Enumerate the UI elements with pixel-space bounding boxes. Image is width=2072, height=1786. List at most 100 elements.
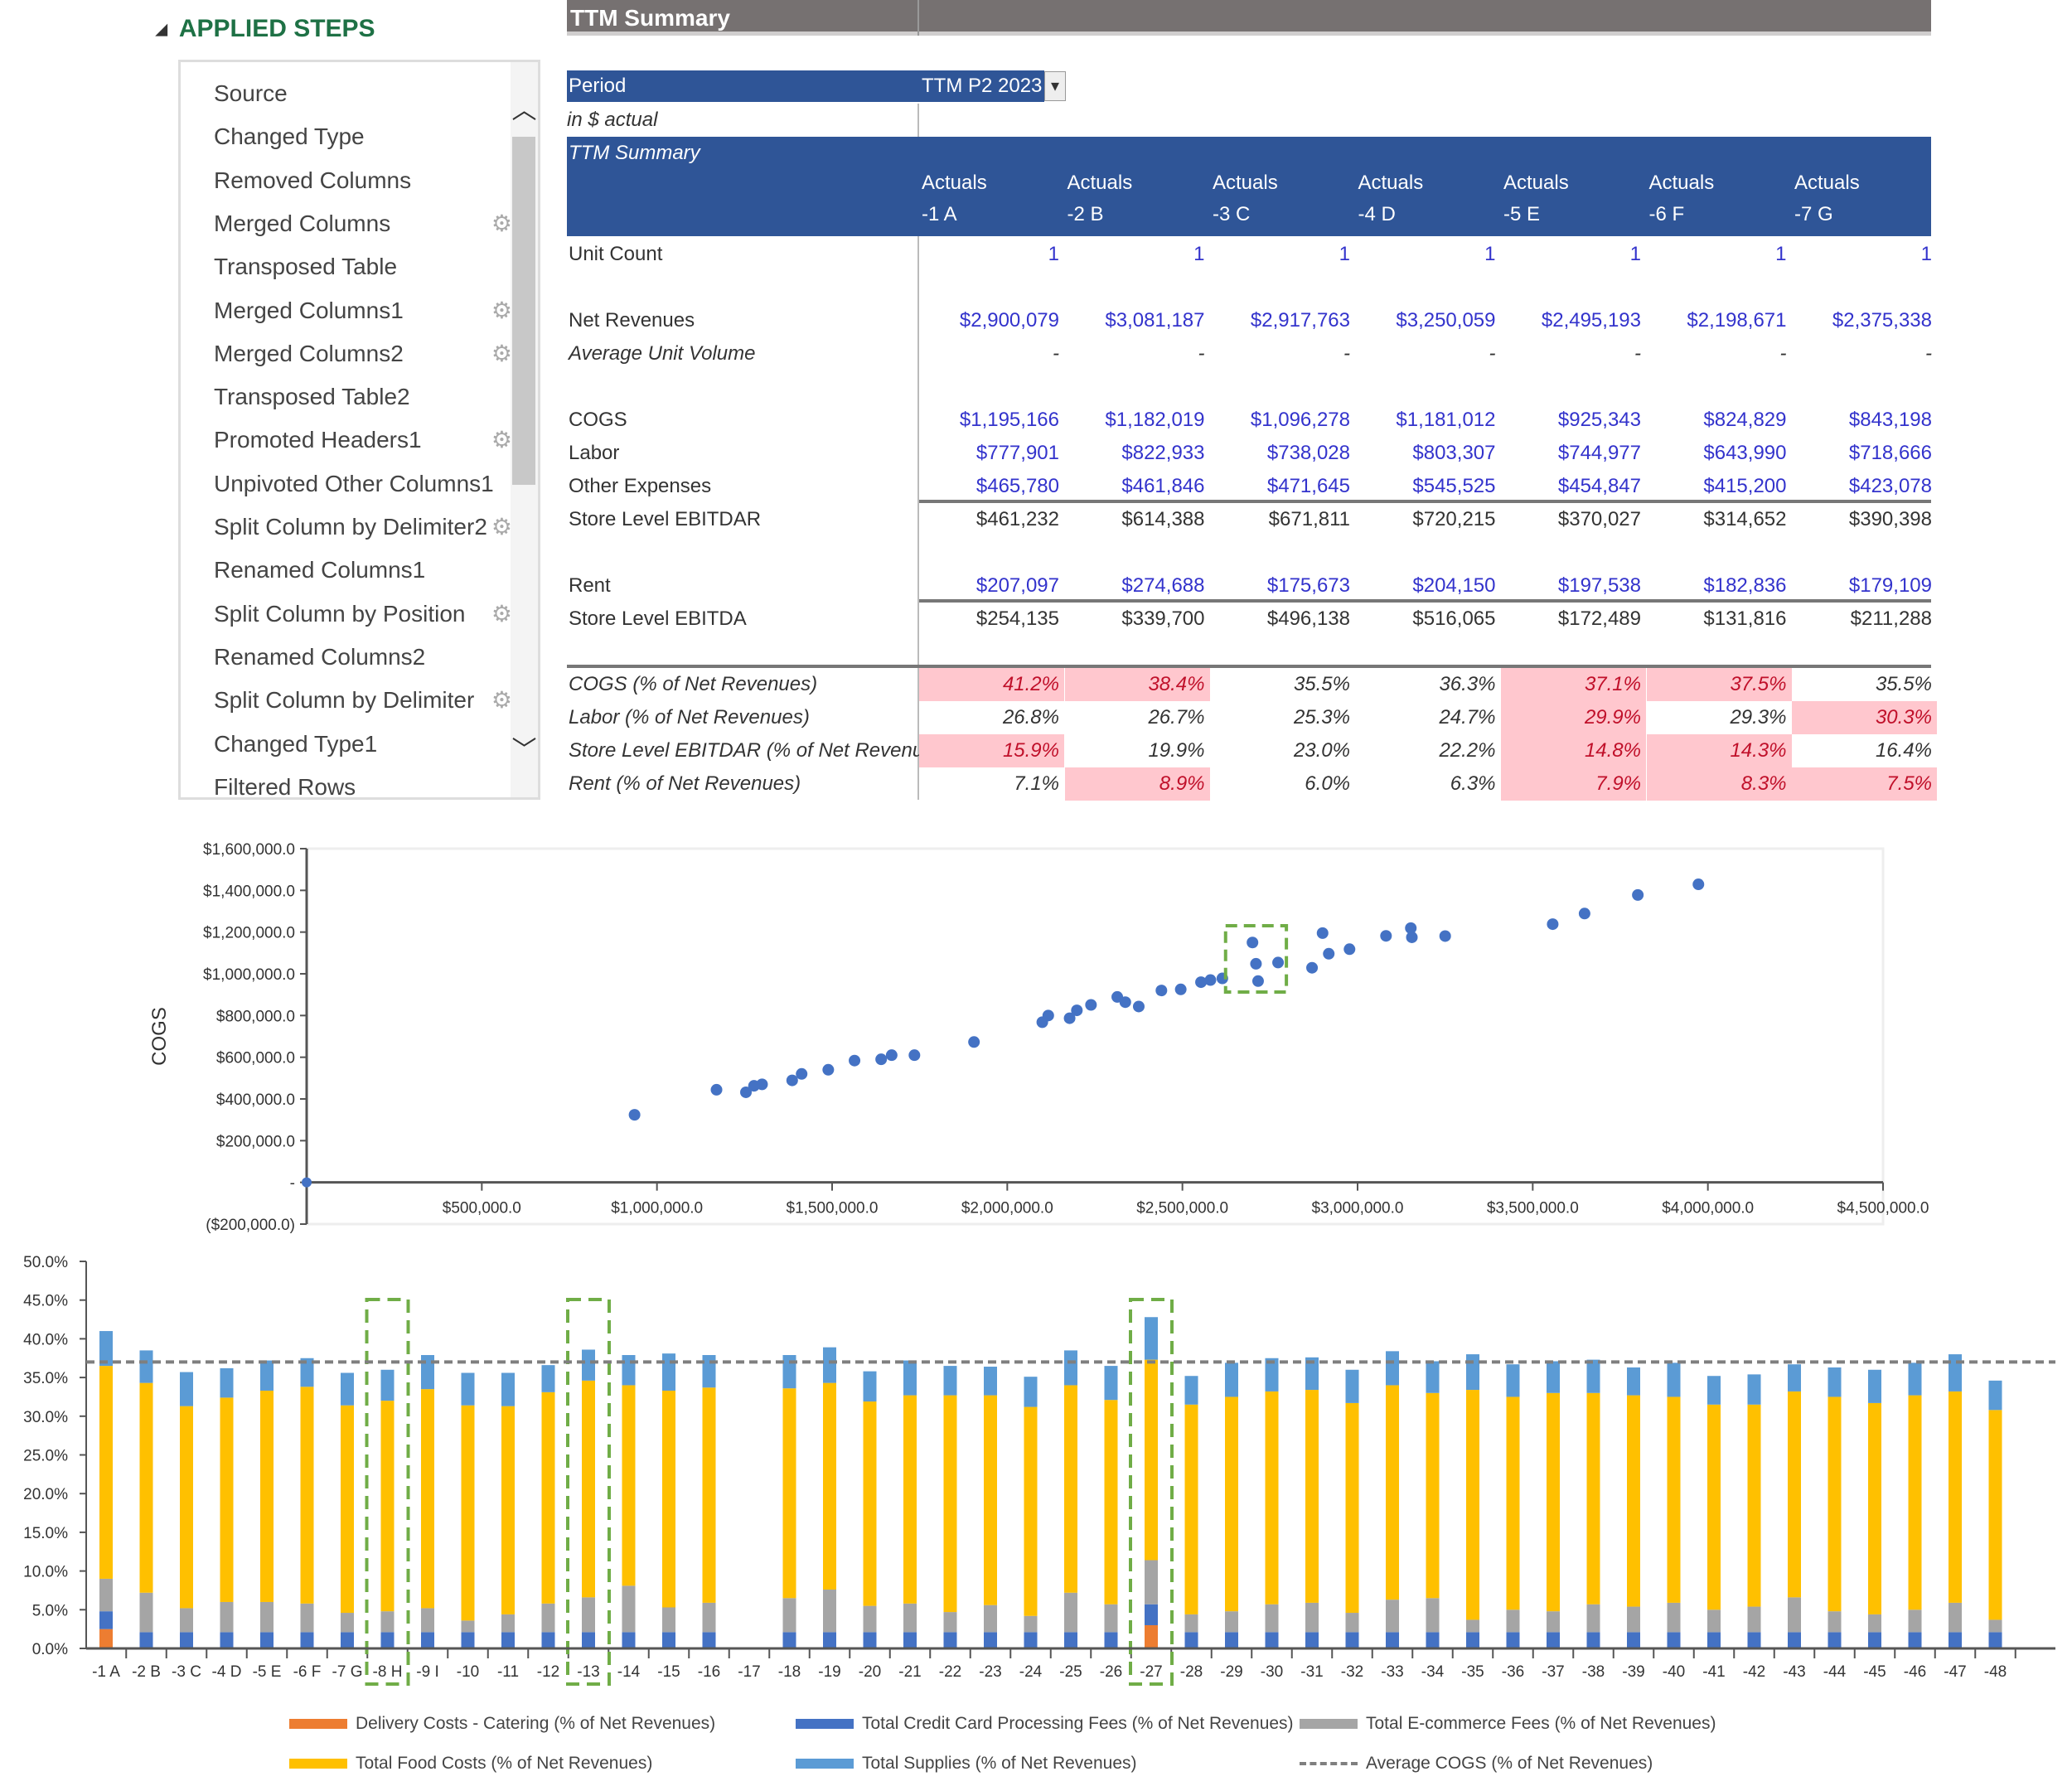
table-cell[interactable]: $390,398 xyxy=(1792,503,1937,536)
collapse-triangle-icon[interactable]: ◢ xyxy=(156,21,167,38)
applied-step[interactable]: Split Column by Delimiter ⚙ xyxy=(214,679,512,722)
table-cell[interactable]: $207,097 xyxy=(919,569,1064,603)
table-cell[interactable]: 37.5% xyxy=(1646,668,1792,701)
table-cell[interactable]: - xyxy=(1065,337,1210,370)
table-cell[interactable]: $274,688 xyxy=(1065,569,1210,603)
table-cell[interactable]: $471,645 xyxy=(1210,470,1355,503)
table-cell[interactable]: $824,829 xyxy=(1647,404,1792,437)
step-settings-gear-icon[interactable]: ⚙ xyxy=(491,593,512,636)
table-cell[interactable]: $545,525 xyxy=(1356,470,1501,503)
applied-step[interactable]: Merged Columns1 ⚙ xyxy=(214,289,512,332)
table-cell[interactable]: 37.1% xyxy=(1501,668,1646,701)
table-cell[interactable]: $172,489 xyxy=(1501,603,1646,636)
table-cell[interactable]: 8.3% xyxy=(1646,767,1792,801)
table-cell[interactable]: $614,388 xyxy=(1065,503,1210,536)
table-cell[interactable]: $822,933 xyxy=(1065,437,1210,470)
table-cell[interactable]: $516,065 xyxy=(1356,603,1501,636)
table-cell[interactable]: $415,200 xyxy=(1647,470,1792,503)
applied-step[interactable]: Renamed Columns1 xyxy=(214,549,496,592)
step-settings-gear-icon[interactable]: ⚙ xyxy=(491,289,512,332)
applied-step[interactable]: Merged Columns ⚙ xyxy=(214,202,512,245)
applied-step[interactable]: Split Column by Position ⚙ xyxy=(214,593,512,636)
table-cell[interactable]: 14.8% xyxy=(1501,734,1646,767)
step-settings-gear-icon[interactable]: ⚙ xyxy=(491,679,512,722)
table-cell[interactable]: 6.3% xyxy=(1356,767,1501,801)
table-cell[interactable]: 26.8% xyxy=(919,701,1064,734)
table-cell[interactable]: $179,109 xyxy=(1792,569,1937,603)
table-cell[interactable]: 22.2% xyxy=(1356,734,1501,767)
table-cell[interactable]: $496,138 xyxy=(1210,603,1355,636)
table-cell[interactable]: $2,198,671 xyxy=(1647,304,1792,337)
table-cell[interactable]: $3,250,059 xyxy=(1356,304,1501,337)
table-cell[interactable]: $671,811 xyxy=(1210,503,1355,536)
period-filter-dropdown-icon[interactable]: ▾ xyxy=(1044,71,1066,101)
table-cell[interactable]: 1 xyxy=(1356,238,1501,271)
table-cell[interactable]: 7.9% xyxy=(1501,767,1646,801)
table-cell[interactable]: $720,215 xyxy=(1356,503,1501,536)
table-cell[interactable]: $423,078 xyxy=(1792,470,1937,503)
table-cell[interactable]: $1,182,019 xyxy=(1065,404,1210,437)
table-cell[interactable]: 35.5% xyxy=(1792,668,1937,701)
applied-step[interactable]: Changed Type xyxy=(214,115,496,158)
table-cell[interactable]: $175,673 xyxy=(1210,569,1355,603)
table-cell[interactable]: - xyxy=(919,337,1064,370)
table-cell[interactable]: 1 xyxy=(1792,238,1937,271)
table-cell[interactable]: $465,780 xyxy=(919,470,1064,503)
table-cell[interactable]: $2,900,079 xyxy=(919,304,1064,337)
applied-steps-header[interactable]: ◢ APPLIED STEPS xyxy=(156,15,375,43)
applied-step[interactable]: Merged Columns2 ⚙ xyxy=(214,332,512,375)
table-cell[interactable]: $461,846 xyxy=(1065,470,1210,503)
table-cell[interactable]: - xyxy=(1210,337,1355,370)
table-cell[interactable]: 7.5% xyxy=(1792,767,1937,801)
table-cell[interactable]: 1 xyxy=(1501,238,1646,271)
table-cell[interactable]: $718,666 xyxy=(1792,437,1937,470)
table-cell[interactable]: $738,028 xyxy=(1210,437,1355,470)
table-cell[interactable]: $1,195,166 xyxy=(919,404,1064,437)
table-cell[interactable]: $2,375,338 xyxy=(1792,304,1937,337)
table-cell[interactable]: $182,836 xyxy=(1647,569,1792,603)
table-cell[interactable]: 24.7% xyxy=(1356,701,1501,734)
step-settings-gear-icon[interactable]: ⚙ xyxy=(491,202,512,245)
scroll-down-chevron-icon[interactable]: ﹀ xyxy=(511,729,538,764)
table-cell[interactable]: $339,700 xyxy=(1065,603,1210,636)
table-cell[interactable]: 35.5% xyxy=(1210,668,1355,701)
table-cell[interactable]: $211,288 xyxy=(1792,603,1937,636)
table-cell[interactable]: $197,538 xyxy=(1501,569,1646,603)
period-value[interactable]: TTM P2 2023 xyxy=(922,70,1042,102)
applied-step[interactable]: Transposed Table2 xyxy=(214,375,496,419)
table-cell[interactable]: - xyxy=(1356,337,1501,370)
table-cell[interactable]: 26.7% xyxy=(1065,701,1210,734)
table-cell[interactable]: $777,901 xyxy=(919,437,1064,470)
table-cell[interactable]: $2,495,193 xyxy=(1501,304,1646,337)
table-cell[interactable]: - xyxy=(1792,337,1937,370)
table-cell[interactable]: 1 xyxy=(1210,238,1355,271)
table-cell[interactable]: 23.0% xyxy=(1210,734,1355,767)
table-cell[interactable]: 1 xyxy=(919,238,1064,271)
table-cell[interactable]: 15.9% xyxy=(919,734,1064,767)
table-cell[interactable]: $314,652 xyxy=(1647,503,1792,536)
table-cell[interactable]: $744,977 xyxy=(1501,437,1646,470)
table-cell[interactable]: - xyxy=(1501,337,1646,370)
applied-step[interactable]: Filtered Rows xyxy=(214,766,496,809)
table-cell[interactable]: 29.9% xyxy=(1501,701,1646,734)
table-cell[interactable]: 29.3% xyxy=(1647,701,1792,734)
applied-step[interactable]: Renamed Columns2 xyxy=(214,636,496,679)
table-cell[interactable]: $254,135 xyxy=(919,603,1064,636)
table-cell[interactable]: $131,816 xyxy=(1647,603,1792,636)
table-cell[interactable]: 41.2% xyxy=(919,668,1064,701)
applied-step[interactable]: Transposed Table xyxy=(214,245,496,288)
table-cell[interactable]: 38.4% xyxy=(1064,668,1210,701)
applied-step[interactable]: Unpivoted Other Columns1 xyxy=(214,462,496,506)
table-cell[interactable]: 6.0% xyxy=(1210,767,1355,801)
table-cell[interactable]: 36.3% xyxy=(1356,668,1501,701)
table-cell[interactable]: - xyxy=(1647,337,1792,370)
table-cell[interactable]: $204,150 xyxy=(1356,569,1501,603)
table-cell[interactable]: 7.1% xyxy=(919,767,1064,801)
table-cell[interactable]: $2,917,763 xyxy=(1210,304,1355,337)
table-cell[interactable]: 1 xyxy=(1647,238,1792,271)
table-cell[interactable]: $370,027 xyxy=(1501,503,1646,536)
table-cell[interactable]: 25.3% xyxy=(1210,701,1355,734)
table-cell[interactable]: $925,343 xyxy=(1501,404,1646,437)
step-settings-gear-icon[interactable]: ⚙ xyxy=(491,419,512,462)
table-cell[interactable]: 1 xyxy=(1065,238,1210,271)
